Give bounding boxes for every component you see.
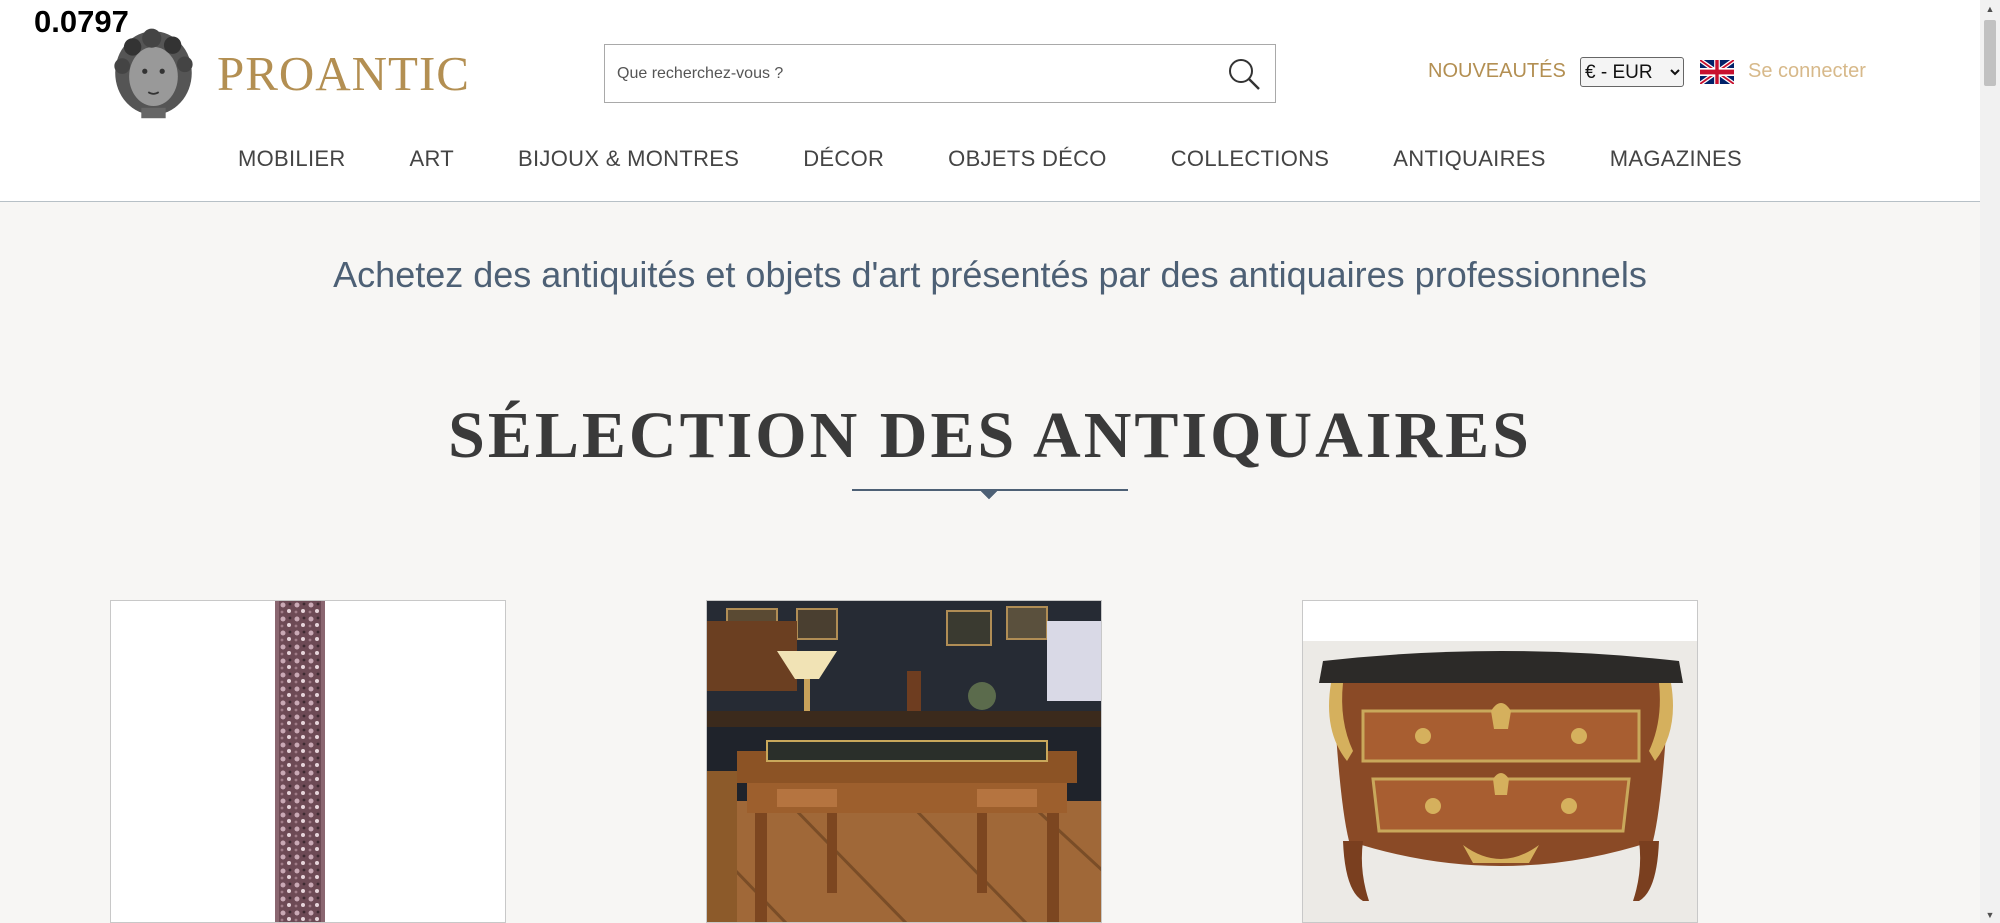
overlay-value: 0.0797	[34, 4, 129, 39]
currency-select[interactable]: € - EUR	[1580, 57, 1684, 87]
search-bar	[604, 44, 1276, 103]
product-card[interactable]	[110, 600, 506, 923]
nav-item-antiquaires[interactable]: ANTIQUAIRES	[1393, 146, 1545, 172]
mosaic-column-image	[111, 601, 505, 922]
site-logo[interactable]: PROANTIC	[110, 18, 470, 128]
section-title: SÉLECTION DES ANTIQUAIRES	[448, 399, 1532, 472]
page: 0.0797 PROANTIC Que recherchez-vous ? NO…	[0, 0, 1980, 923]
product-card[interactable]	[1302, 600, 1698, 923]
nav-item-magazines[interactable]: MAGAZINES	[1610, 146, 1742, 172]
site-header: PROANTIC NOUVEAUTÉS € - EUR Se connecter	[0, 0, 1980, 202]
nav-item-objets-deco[interactable]: OBJETS DÉCO	[948, 146, 1107, 172]
page-scrollbar[interactable]: ▲ ▼	[1980, 0, 2000, 923]
brand-name: PROANTIC	[216, 45, 470, 101]
scroll-down-icon[interactable]: ▼	[1980, 906, 2000, 923]
marquetry-commode-image	[1303, 601, 1697, 922]
nav-item-decor[interactable]: DÉCOR	[803, 146, 884, 172]
tagline: Achetez des antiquités et objets d'art p…	[333, 254, 1647, 295]
main-nav: MOBILIER ART BIJOUX & MONTRES DÉCOR OBJE…	[0, 146, 1980, 172]
nav-item-collections[interactable]: COLLECTIONS	[1171, 146, 1330, 172]
nav-item-art[interactable]: ART	[410, 146, 455, 172]
search-input[interactable]	[605, 45, 1213, 102]
antique-desk-image	[707, 601, 1101, 922]
scroll-up-icon[interactable]: ▲	[1980, 0, 2000, 17]
title-divider-ornament	[981, 483, 998, 500]
nav-item-mobilier[interactable]: MOBILIER	[238, 146, 346, 172]
login-link[interactable]: Se connecter	[1748, 60, 1866, 83]
scrollbar-thumb[interactable]	[1984, 20, 1996, 86]
search-icon	[1229, 58, 1260, 90]
search-button[interactable]	[1213, 45, 1275, 102]
title-divider	[852, 489, 1128, 491]
new-arrivals-link[interactable]: NOUVEAUTÉS	[1428, 60, 1566, 83]
uk-flag-icon[interactable]	[1700, 60, 1734, 84]
product-card[interactable]	[706, 600, 1102, 923]
nav-item-bijoux-montres[interactable]: BIJOUX & MONTRES	[518, 146, 739, 172]
